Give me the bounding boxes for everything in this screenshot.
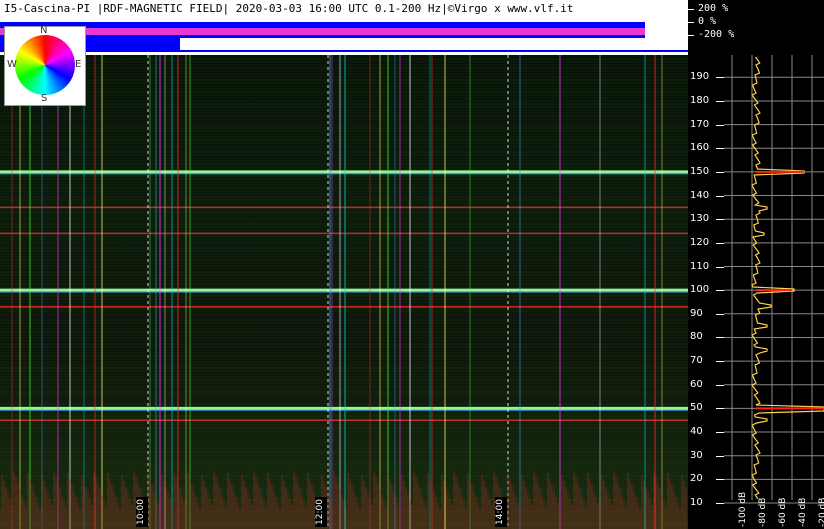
time-label-1200: 12:00 [315, 497, 327, 527]
db-label: -100 dB [738, 491, 748, 527]
pct-label-200: 200 % [698, 3, 729, 14]
freq-tick [716, 219, 724, 221]
freq-label-40: 40 [690, 426, 703, 438]
spectrogram [0, 55, 688, 529]
compass-south: S [41, 93, 48, 104]
db-label: -40 dB [798, 497, 808, 527]
freq-label-150: 150 [690, 165, 710, 177]
spectrogram-canvas [0, 55, 688, 529]
freq-label-10: 10 [690, 497, 703, 508]
compass-color-wheel [15, 35, 75, 95]
freq-label-70: 70 [690, 355, 703, 367]
pct-tick [688, 22, 694, 23]
db-label: -20 dB [818, 497, 824, 527]
freq-label-120: 120 [690, 236, 710, 248]
freq-label-60: 60 [690, 378, 703, 390]
freq-label-180: 180 [690, 94, 710, 106]
compass-east: E [75, 59, 82, 70]
header-right-band [645, 0, 688, 48]
freq-label-30: 30 [690, 449, 703, 461]
time-label-text: 10:00 [136, 499, 146, 525]
time-label-1000: 10:00 [136, 497, 148, 527]
compass-rose: N S E W [4, 25, 86, 106]
freq-tick [716, 337, 724, 339]
pct-label-minus200: -200 % [698, 29, 735, 40]
freq-tick [716, 432, 724, 434]
freq-label-160: 160 [690, 142, 710, 154]
freq-tick [716, 77, 724, 79]
compass-north: N [40, 25, 48, 36]
freq-label-190: 190 [690, 71, 710, 83]
freq-tick [716, 313, 724, 315]
page-title: I5-Cascina-PI |RDF-MAGNETIC FIELD| 2020-… [4, 2, 574, 15]
freq-tick [716, 479, 724, 481]
freq-label-20: 20 [690, 473, 703, 485]
freq-tick [716, 195, 724, 197]
freq-label-50: 50 [690, 402, 703, 414]
freq-tick [716, 124, 724, 126]
freq-label-130: 130 [690, 213, 710, 225]
freq-tick [716, 266, 724, 268]
freq-label-100: 100 [690, 284, 710, 296]
freq-tick [716, 384, 724, 386]
time-label-text: 12:00 [315, 499, 325, 525]
freq-tick [716, 408, 724, 410]
freq-label-80: 80 [690, 331, 703, 343]
time-label-1400: 14:00 [495, 497, 507, 527]
freq-label-140: 140 [690, 189, 710, 201]
freq-tick [716, 148, 724, 150]
db-label: -60 dB [778, 497, 788, 527]
freq-label-110: 110 [690, 260, 710, 272]
freq-label-90: 90 [690, 307, 703, 319]
percent-scale: 200 % 0 % -200 % [688, 0, 824, 52]
frequency-axis: 190 180 170 160 150 140 130 120 110 100 90 80 70 60 50… [688, 55, 724, 529]
freq-tick [716, 242, 724, 244]
freq-label-170: 170 [690, 118, 710, 130]
spectrum-plot [724, 55, 824, 504]
header-bar: I5-Cascina-PI |RDF-MAGNETIC FIELD| 2020-… [0, 0, 688, 52]
freq-tick [716, 171, 724, 173]
freq-tick [716, 361, 724, 363]
pct-tick [688, 9, 694, 10]
time-label-text: 14:00 [495, 499, 505, 525]
spectrum-panel: -100 dB -80 dB -60 dB -40 dB -20 dB [724, 55, 824, 529]
header-magenta-band [0, 28, 688, 35]
freq-tick [716, 503, 724, 504]
pct-label-0: 0 % [698, 16, 717, 27]
compass-west: W [7, 59, 17, 70]
spectrum-trace [751, 56, 824, 500]
db-label: -80 dB [758, 497, 768, 527]
freq-tick [716, 100, 724, 102]
header-amplitude-band [180, 38, 688, 50]
freq-tick [716, 455, 724, 457]
pct-tick [688, 35, 694, 36]
freq-tick [716, 290, 724, 292]
